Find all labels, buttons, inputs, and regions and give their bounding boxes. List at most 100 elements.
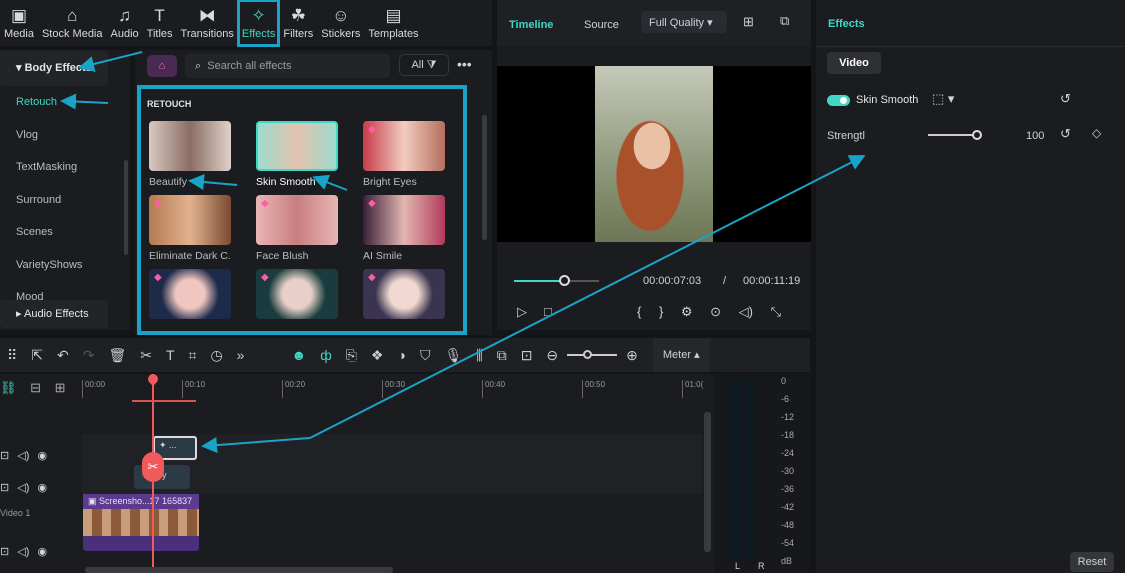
select-tool-icon[interactable]: ⇱ [31, 347, 43, 364]
sidebar-scrollbar[interactable] [124, 160, 128, 255]
effect-label: Beautify [149, 176, 231, 188]
store-icon[interactable]: ⌂ [147, 55, 177, 77]
meter-scale-label: -30 [781, 466, 794, 476]
mask-icon[interactable]: ⬚ ▾ [932, 91, 954, 107]
timeline-hscrollbar[interactable] [85, 567, 393, 573]
effect-thumbnail: ◆ [149, 269, 231, 319]
effects-scrollbar[interactable] [482, 115, 487, 240]
marker-icon[interactable]: ⎘ [346, 347, 357, 364]
play-icon[interactable]: ▷ [517, 304, 527, 320]
fit-icon[interactable]: ⊡ [521, 347, 533, 364]
sticker-tool-icon[interactable]: ❖ [371, 347, 384, 364]
undo-icon[interactable]: ↶ [57, 347, 69, 364]
tab-effects[interactable]: ✧Effects [238, 0, 279, 46]
search-input[interactable]: ⌕ Search all effects [185, 54, 390, 78]
microphone-icon[interactable]: 🎙 [444, 347, 462, 364]
tab-templates[interactable]: ▤Templates [364, 0, 422, 46]
keyframe-icon[interactable]: ◇ [1092, 126, 1101, 140]
strength-value[interactable]: 100 [1026, 130, 1044, 142]
sidebar-item-vlog[interactable]: Vlog [0, 119, 130, 152]
timeline-vscrollbar[interactable] [704, 412, 711, 552]
sidebar-item-surround[interactable]: Surround [0, 184, 130, 217]
sidebar-item-textmasking[interactable]: TextMasking [0, 151, 130, 184]
pip-icon[interactable]: ⧉ [497, 347, 507, 364]
effect-thumbnail: ◆ [363, 269, 445, 319]
tab-stickers[interactable]: ☺Stickers [317, 0, 364, 46]
effect-thumbnail: ◆ [149, 195, 231, 245]
speed-icon[interactable]: ◷ [210, 347, 222, 364]
effect-card[interactable]: Skin Smooth [256, 121, 338, 188]
effect-card[interactable]: ◆Bright Eyes [363, 121, 445, 188]
strength-slider[interactable] [928, 134, 978, 136]
search-icon: ⌕ [195, 60, 201, 72]
stop-icon[interactable]: □ [544, 304, 552, 319]
zoom-slider[interactable] [567, 354, 617, 356]
clip-title: ▣ Screensho...17 165837 [83, 494, 199, 509]
reset-effect-icon[interactable]: ↺ [1060, 91, 1071, 107]
zoom-in-icon[interactable]: ⊕ [626, 347, 638, 364]
snap-icon[interactable]: ф [320, 347, 332, 363]
track-controls[interactable]: ⊡ ◁) ◉⊡ ◁) ◉⊡ ◁) ◉ [0, 440, 47, 568]
tab-label: Transitions [181, 28, 234, 40]
text-icon[interactable]: T [166, 347, 175, 363]
effect-toggle[interactable] [827, 95, 850, 106]
layout-icon[interactable]: ⠿ [7, 347, 17, 364]
shield-icon[interactable]: ⛉ [420, 347, 431, 364]
music-note-icon: ♫ [118, 7, 131, 25]
sidebar-item-varietyshows[interactable]: VarietyShows [0, 249, 130, 282]
audio-mixer-icon[interactable]: ⫼ [476, 347, 482, 364]
tab-source[interactable]: Source [584, 19, 619, 31]
quality-select[interactable]: Full Quality ▾ [641, 11, 727, 33]
effect-card[interactable]: ◆ [363, 269, 445, 324]
playhead-handle[interactable] [146, 372, 160, 386]
meter-scale-label: -36 [781, 484, 794, 494]
playback-progress[interactable] [514, 280, 599, 282]
sidebar-section-audio-effects[interactable]: ▸ Audio Effects [0, 300, 108, 328]
scope-icon[interactable]: ⧉ [780, 13, 789, 29]
cut-icon[interactable]: ✂ [140, 347, 152, 364]
tab-stock-media[interactable]: ⌂Stock Media [38, 0, 107, 46]
more-options-icon[interactable]: ••• [457, 56, 472, 72]
redo-icon[interactable]: ↷ [83, 347, 95, 364]
meter-button[interactable]: Meter ▴ [653, 338, 710, 372]
effect-card[interactable]: ◆Face Blush [256, 195, 338, 262]
ruler-tick: 00:30 [382, 380, 405, 398]
effect-name: Skin Smooth [856, 94, 918, 106]
meter-scale-label: -24 [781, 448, 794, 458]
more-tools-icon[interactable]: » [237, 347, 245, 363]
ai-mate-icon[interactable]: ☻ [291, 347, 306, 363]
effect-card[interactable]: ◆ [149, 269, 231, 324]
mark-in-out-icons[interactable]: { } ⚙ ⊙ ◁) ⤡ [637, 304, 781, 320]
title-t-icon: T [154, 7, 164, 25]
sidebar-section-body-effects[interactable]: ▾ Body Effects [0, 50, 108, 86]
sidebar-item-scenes[interactable]: Scenes [0, 216, 130, 249]
work-area-bar [132, 400, 196, 402]
ruler-tick: 00:20 [282, 380, 305, 398]
filter-button[interactable]: All ⧩ [399, 54, 449, 76]
effect-card[interactable]: ◆AI Smile [363, 195, 445, 262]
auto-ripple-icon[interactable]: ◑ [397, 347, 405, 363]
delete-icon[interactable]: 🗑 [108, 347, 126, 364]
effect-card[interactable]: Beautify [149, 121, 231, 188]
time-separator: / [723, 275, 726, 287]
link-icons[interactable]: ⛓ ⊟ ⊞ [0, 380, 66, 396]
reset-button[interactable]: Reset [1070, 552, 1114, 572]
tab-media[interactable]: ▣Media [0, 0, 38, 46]
effect-card[interactable]: ◆Eliminate Dark C... [149, 195, 231, 262]
split-scissors-icon[interactable]: ✂ [142, 452, 164, 482]
progress-handle[interactable] [559, 275, 570, 286]
tab-transitions[interactable]: ⧓Transitions [177, 0, 238, 46]
tab-filters[interactable]: ☘Filters [279, 0, 317, 46]
tab-timeline[interactable]: Timeline [509, 19, 553, 31]
tab-audio[interactable]: ♫Audio [107, 0, 143, 46]
tab-titles[interactable]: TTitles [143, 0, 177, 46]
video-clip[interactable]: ▣ Screensho...17 165837 [83, 494, 199, 551]
tab-video[interactable]: Video [827, 52, 881, 74]
grid-view-icon[interactable]: ⊞ [743, 14, 754, 30]
effect-card[interactable]: ◆ [256, 269, 338, 324]
reset-param-icon[interactable]: ↺ [1060, 126, 1071, 142]
crop-icon[interactable]: ⌗ [189, 347, 197, 364]
ruler-tick: 00:00 [82, 380, 105, 398]
zoom-out-icon[interactable]: ⊖ [546, 347, 558, 364]
sidebar-item-retouch[interactable]: Retouch [0, 86, 130, 119]
